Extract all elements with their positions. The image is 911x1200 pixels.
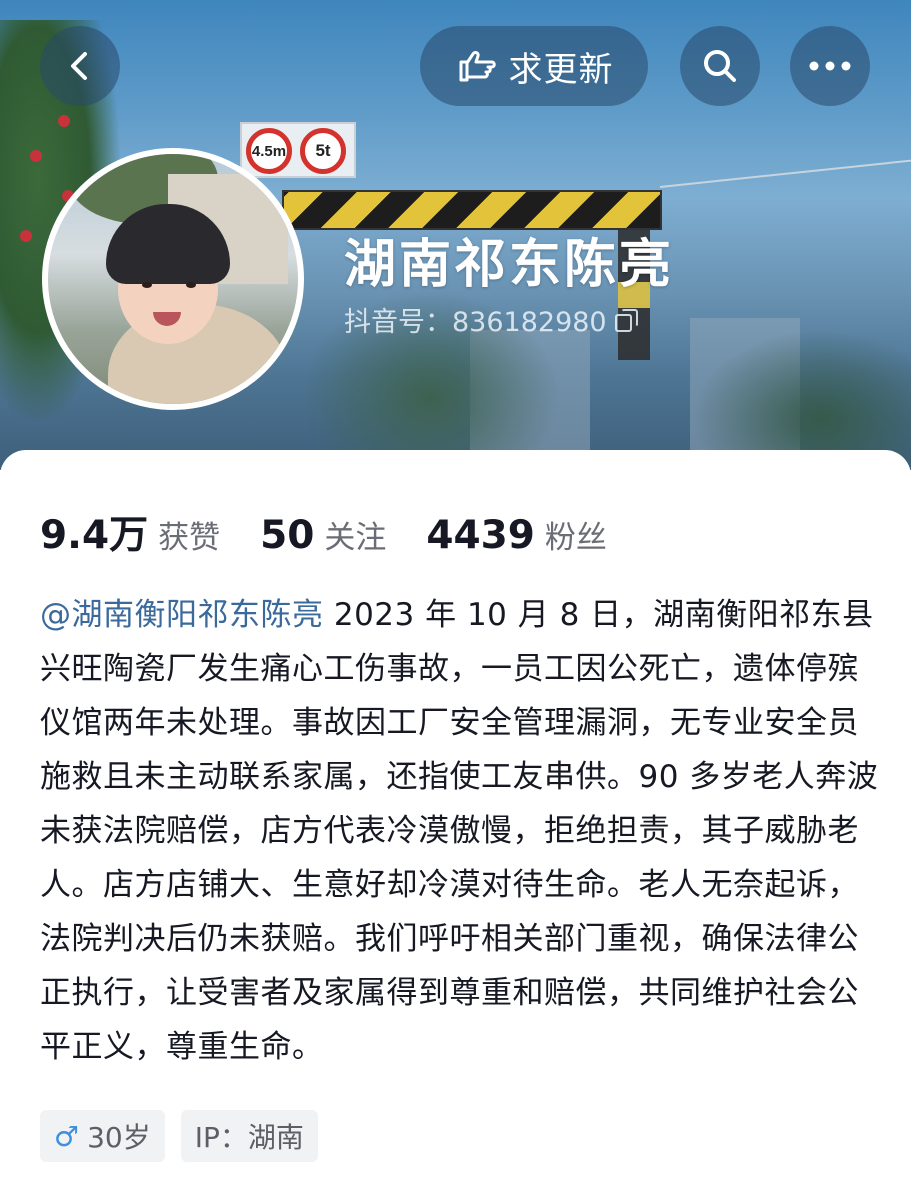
banner-trees — [691, 330, 911, 470]
stat-likes[interactable]: 9.4万 获赞 — [40, 504, 220, 560]
weight-sign: 5t — [300, 128, 346, 174]
chevron-left-icon — [71, 52, 87, 80]
hand-pointing-icon — [459, 51, 496, 82]
banner-wire — [659, 158, 911, 188]
copy-icon[interactable] — [614, 308, 638, 332]
douyin-id[interactable]: 抖音号：836182980 — [344, 300, 638, 339]
age-tag: ♂ 30岁 — [40, 1110, 165, 1162]
douyin-id-text: 抖音号：836182980 — [344, 307, 607, 338]
stat-following[interactable]: 50 关注 — [260, 512, 386, 558]
stat-followers[interactable]: 4439 粉丝 — [426, 512, 607, 558]
stat-followers-value: 4439 — [426, 513, 535, 558]
request-update-label: 求更新 — [508, 49, 614, 90]
height-sign: 4.5m — [246, 128, 292, 174]
profile-tags: ♂ 30岁 IP：湖南 — [40, 1110, 318, 1162]
search-icon — [704, 50, 736, 82]
ip-tag: IP：湖南 — [180, 1110, 318, 1162]
male-icon: ♂ — [54, 1119, 80, 1153]
request-update-button[interactable]: 求更新 — [420, 26, 648, 106]
stat-likes-value: 9.4万 — [40, 513, 149, 558]
avatar-eye — [186, 282, 196, 288]
stat-following-label: 关注 — [324, 520, 387, 556]
stat-following-value: 50 — [260, 513, 315, 558]
profile-card: 9.4万 获赞 50 关注 4439 粉丝 @湖南衡阳祁东陈亮 2023 年 1… — [0, 450, 911, 1200]
more-dots-icon — [809, 61, 851, 71]
age-text: 30岁 — [87, 1121, 151, 1154]
avatar-eye — [142, 282, 152, 288]
bio-mention-link[interactable]: @湖南衡阳祁东陈亮 — [40, 597, 324, 633]
stat-followers-label: 粉丝 — [544, 520, 607, 556]
ip-text: IP：湖南 — [194, 1121, 304, 1154]
more-button[interactable] — [790, 26, 870, 106]
height-limit-sign: 4.5m 5t — [240, 122, 356, 178]
stats-row: 9.4万 获赞 50 关注 4439 粉丝 — [40, 504, 647, 560]
banner-flower — [58, 115, 70, 127]
search-button[interactable] — [680, 26, 760, 106]
avatar[interactable] — [42, 148, 304, 410]
stat-likes-label: 获赞 — [158, 520, 221, 556]
back-button[interactable] — [40, 26, 120, 106]
banner-flower — [30, 150, 42, 162]
profile-name: 湖南祁东陈亮 — [344, 235, 675, 295]
banner-flower — [20, 230, 32, 242]
profile-bio: @湖南衡阳祁东陈亮 2023 年 10 月 8 日，湖南衡阳祁东县兴旺陶瓷厂发生… — [40, 588, 880, 1074]
bio-text: 2023 年 10 月 8 日，湖南衡阳祁东县兴旺陶瓷厂发生痛心工伤事故，一员工… — [40, 597, 879, 1065]
